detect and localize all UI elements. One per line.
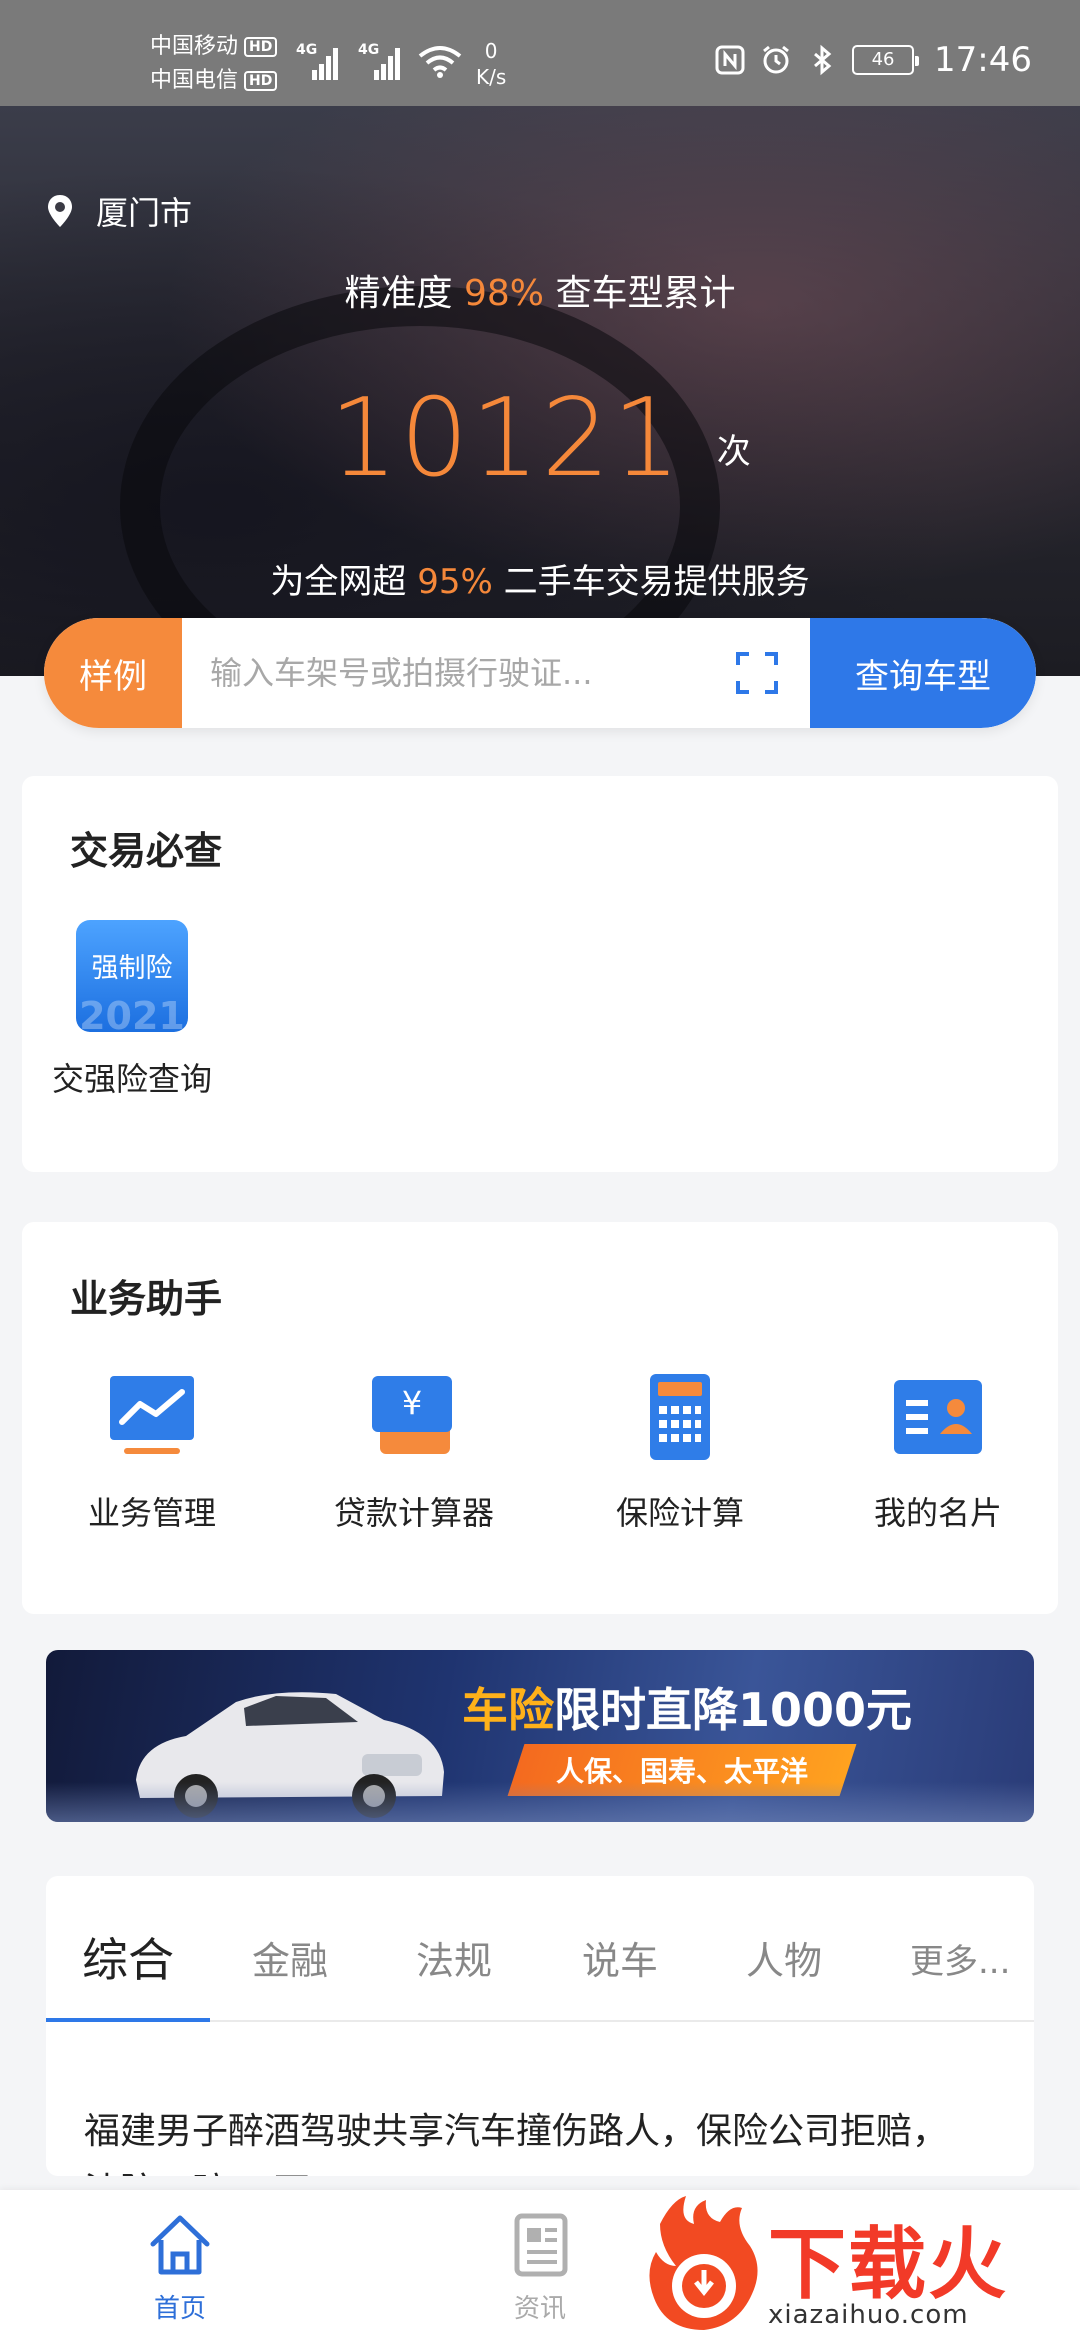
home-icon xyxy=(150,2215,210,2275)
alarm-icon xyxy=(763,45,789,74)
query-counter: 10121 次 xyxy=(0,376,1080,501)
calculator-icon xyxy=(650,1374,710,1460)
location-selector[interactable]: 厦门市 xyxy=(46,188,192,234)
flame-logo-icon xyxy=(649,2196,758,2330)
accuracy-prefix: 精准度 xyxy=(344,273,453,314)
compulsory-insurance-query[interactable]: 强制险 2021 交强险查询 xyxy=(42,920,222,1100)
icon-text: 强制险 xyxy=(91,953,173,984)
news-section: 综合 金融 法规 说车 人物 更多... 福建男子醉酒驾驶共享汽车撞伤路人，保险… xyxy=(46,1876,1034,2176)
svg-text:¥: ¥ xyxy=(402,1384,422,1422)
my-business-card-label: 我的名片 xyxy=(873,1494,1002,1532)
business-card-icon xyxy=(894,1380,982,1454)
tab-regulation[interactable]: 法规 xyxy=(416,1930,492,1985)
tab-car-talk[interactable]: 说车 xyxy=(582,1930,658,1985)
trade-check-title: 交易必查 xyxy=(70,829,223,873)
trend-chart-icon xyxy=(110,1376,194,1454)
insurance-promo-banner[interactable]: 车险限时直降1000元 人保、国寿、太平洋 xyxy=(46,1650,1034,1822)
business-management[interactable]: 业务管理 xyxy=(62,1372,242,1534)
service-line: 为全网超 95% 二手车交易提供服务 xyxy=(0,554,1080,603)
loan-calculator-label: 贷款计算器 xyxy=(333,1494,494,1532)
business-assistant-card: 业务助手 业务管理 ¥ 贷款计算器 保险计算 我的名片 xyxy=(22,1222,1058,1614)
nav-news[interactable]: 资讯 xyxy=(460,2210,620,2325)
carrier-1: 中国移动 xyxy=(150,34,239,59)
watermark: 下载火 xiazaihuo.com xyxy=(636,2190,1080,2340)
loan-calculator[interactable]: ¥ 贷款计算器 xyxy=(314,1372,514,1534)
sample-button[interactable]: 样例 xyxy=(44,618,182,728)
yuan-card-icon: ¥ xyxy=(372,1376,452,1454)
scan-icon xyxy=(736,652,778,694)
city-name: 厦门市 xyxy=(96,194,193,232)
my-business-card[interactable]: 我的名片 xyxy=(848,1372,1028,1534)
scan-button[interactable] xyxy=(704,618,810,728)
hd-badge: HD xyxy=(244,71,278,91)
nav-home[interactable]: 首页 xyxy=(100,2210,260,2325)
trade-check-card: 交易必查 强制险 2021 交强险查询 xyxy=(22,776,1058,1172)
service-prefix: 为全网超 xyxy=(270,562,407,602)
icon-year: 2021 xyxy=(79,994,185,1032)
wifi-icon xyxy=(418,46,462,78)
signal-icon: 4G xyxy=(358,42,400,80)
carrier-info: 中国移动 HD 中国电信 HD xyxy=(150,30,278,98)
battery-indicator: 46 xyxy=(852,45,920,75)
nfc-icon xyxy=(715,45,745,75)
hd-badge: HD xyxy=(244,37,278,57)
nav-news-label: 资讯 xyxy=(513,2294,566,2324)
business-assistant-title: 业务助手 xyxy=(70,1277,223,1321)
watermark-domain: xiazaihuo.com xyxy=(768,2300,969,2330)
net-speed-value: 0 xyxy=(484,39,498,63)
signal-indicators: 4G 4G xyxy=(296,42,400,80)
newspaper-icon xyxy=(514,2213,568,2277)
nav-home-label: 首页 xyxy=(153,2294,206,2324)
accuracy-line: 精准度 98% 查车型累计 xyxy=(0,264,1080,316)
promo-headline-rest: 限时直降1000元 xyxy=(554,1683,913,1737)
signal-icon: 4G xyxy=(296,42,338,80)
business-management-label: 业务管理 xyxy=(87,1494,216,1532)
promo-headline: 车险限时直降1000元 xyxy=(462,1674,912,1740)
status-right: 46 17:46 xyxy=(714,40,1032,80)
news-tabs: 综合 金融 法规 说车 人物 更多... xyxy=(46,1876,1034,2022)
clock: 17:46 xyxy=(934,40,1032,80)
net-speed-unit: K/s xyxy=(476,65,507,89)
promo-headline-accent: 车险 xyxy=(462,1683,554,1737)
net-speed: 0 K/s xyxy=(476,38,506,90)
car-image xyxy=(136,1692,444,1818)
service-value: 95% xyxy=(417,562,493,602)
watermark-text: 下载火 xyxy=(768,2220,1009,2310)
tab-finance[interactable]: 金融 xyxy=(252,1930,328,1985)
promo-subline-text: 人保、国寿、太平洋 xyxy=(556,1755,809,1788)
query-count-unit: 次 xyxy=(716,432,751,472)
compulsory-insurance-label: 交强险查询 xyxy=(51,1060,212,1098)
tab-general[interactable]: 综合 xyxy=(82,1924,174,1990)
query-model-button[interactable]: 查询车型 xyxy=(810,618,1036,728)
insurance-calculator[interactable]: 保险计算 xyxy=(590,1372,770,1534)
news-item-title[interactable]: 福建男子醉酒驾驶共享汽车撞伤路人，保险公司拒赔，法院：赔12万 xyxy=(84,2102,974,2176)
insurance-calculator-label: 保险计算 xyxy=(615,1494,744,1532)
active-tab-indicator xyxy=(46,2018,210,2022)
vin-search-input[interactable] xyxy=(182,618,704,728)
status-bar: 中国移动 HD 中国电信 HD 4G 4G 0 K/s 46 17:46 xyxy=(0,0,1080,106)
accuracy-suffix: 查车型累计 xyxy=(555,273,736,314)
hero-banner: 厦门市 精准度 98% 查车型累计 10121 次 为全网超 95% 二手车交易提… xyxy=(0,106,1080,726)
tab-people[interactable]: 人物 xyxy=(746,1930,822,1985)
bluetooth-icon xyxy=(814,44,832,76)
location-pin-icon xyxy=(48,195,72,227)
query-count: 10121 xyxy=(329,376,683,501)
vin-search-bar: 样例 查询车型 xyxy=(44,618,1036,728)
accuracy-value: 98% xyxy=(463,273,544,314)
compulsory-insurance-icon: 强制险 2021 xyxy=(76,920,188,1032)
promo-subline: 人保、国寿、太平洋 xyxy=(507,1744,857,1796)
service-suffix: 二手车交易提供服务 xyxy=(503,562,810,602)
carrier-2: 中国电信 xyxy=(150,68,239,93)
tab-more[interactable]: 更多... xyxy=(910,1934,1010,1983)
